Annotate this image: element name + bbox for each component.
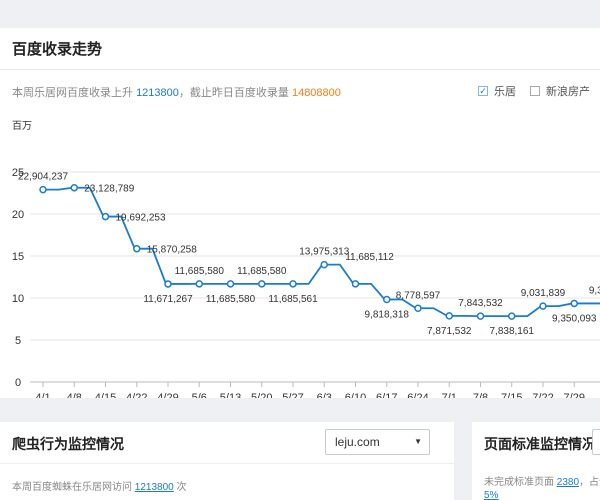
data-point — [39, 185, 47, 194]
data-point — [226, 280, 235, 288]
x-tick-label: 5/6 — [192, 392, 207, 398]
data-point — [195, 280, 203, 288]
x-tick-label: 6/17 — [376, 392, 397, 398]
data-point — [570, 299, 578, 308]
x-tick-label: 6/10 — [345, 392, 366, 398]
y-tick-label: 10 — [12, 293, 24, 305]
page-standard-suffix: ，占全 — [579, 477, 600, 488]
data-label: 8,778,597 — [396, 290, 441, 301]
data-point — [414, 304, 422, 313]
baidu-index-trend-panel: 百度收录走势 本周乐居网百度收录上升 1213800，截止昨日百度收录量 148… — [0, 28, 600, 398]
data-label: 11,685,580 — [206, 294, 256, 305]
x-tick-label: 6/24 — [407, 392, 428, 398]
x-tick-label: 7/29 — [564, 392, 585, 398]
data-label: 9,818,318 — [365, 310, 410, 321]
divider — [0, 463, 454, 464]
page-standard-panel: 页面标准监控情况 未完成标准页面 2380，占全 5% — [472, 422, 600, 500]
x-tick-label: 7/1 — [442, 392, 457, 398]
data-label: 9,350,093 — [552, 313, 597, 324]
data-label: 13,975,313 — [299, 247, 349, 258]
data-label: 7,843,532 — [458, 298, 503, 309]
unfinished-pages-link[interactable]: 2380 — [557, 477, 579, 488]
crawler-monitor-panel: 爬虫行为监控情况 leju.com ▼ 本周百度蜘蛛在乐居网访问 1213800… — [0, 422, 454, 500]
data-point — [289, 280, 297, 288]
data-point — [351, 280, 360, 288]
unfinished-percent-link[interactable]: 5% — [484, 490, 498, 500]
data-point — [320, 260, 328, 269]
x-tick-label: 5/13 — [220, 392, 241, 398]
data-label: 19,692,253 — [116, 213, 166, 224]
crawler-visits-link[interactable]: 1213800 — [135, 482, 174, 493]
data-label: 11,685,561 — [268, 294, 318, 305]
page-standard-summary: 未完成标准页面 2380，占全 5% — [484, 476, 600, 500]
domain-select-value: leju.com — [335, 435, 380, 449]
crawler-text-prefix: 本周百度蜘蛛在乐居网访问 — [12, 482, 132, 493]
page-standard-select[interactable] — [592, 429, 600, 455]
data-label: 7,838,161 — [490, 326, 535, 337]
x-tick-label: 4/8 — [67, 392, 82, 398]
data-label: 9,031,839 — [521, 288, 566, 299]
data-label: 9,350,0 — [589, 285, 600, 296]
data-point — [70, 183, 78, 192]
data-point — [539, 302, 547, 310]
data-label: 11,685,112 — [345, 252, 394, 263]
x-tick-label: 6/3 — [317, 392, 332, 398]
crawler-title: 爬虫行为监控情况 — [12, 436, 124, 452]
crawler-summary: 本周百度蜘蛛在乐居网访问 1213800 次 — [12, 478, 187, 493]
page-standard-title: 页面标准监控情况 — [484, 436, 596, 452]
data-point — [164, 280, 172, 288]
domain-select[interactable]: leju.com ▼ — [325, 429, 430, 455]
y-tick-label: 0 — [15, 377, 21, 389]
crawler-text-suffix: 次 — [176, 482, 187, 493]
data-point — [258, 280, 266, 288]
page-standard-prefix: 未完成标准页面 — [484, 477, 554, 488]
x-tick-label: 4/29 — [157, 392, 178, 398]
x-tick-label: 7/22 — [532, 392, 553, 398]
data-label: 11,685,580 — [175, 266, 225, 277]
data-point — [133, 244, 141, 253]
x-tick-label: 7/8 — [473, 392, 488, 398]
data-point — [508, 312, 516, 320]
x-tick-label: 4/1 — [35, 392, 50, 398]
x-tick-label: 5/20 — [251, 392, 272, 398]
data-label: 7,871,532 — [427, 326, 472, 337]
y-tick-label: 20 — [12, 209, 24, 221]
data-label: 11,685,580 — [237, 266, 287, 277]
data-point — [383, 295, 391, 304]
top-band — [0, 0, 600, 28]
data-label: 22,904,237 — [18, 172, 68, 183]
caret-down-icon: ▼ — [414, 437, 422, 446]
index-trend-chart: 05101520254/1 4/8 4/15 4/22 4/29 5/6 5/13 5/20 5… — [12, 167, 600, 398]
data-label: 11,671,267 — [143, 294, 193, 305]
x-tick-label: 4/22 — [126, 392, 147, 398]
x-tick-label: 4/15 — [95, 392, 116, 398]
data-point — [476, 312, 485, 320]
x-tick-label: 7/15 — [501, 392, 522, 398]
x-tick-label: 5/27 — [282, 392, 303, 398]
data-point — [101, 212, 110, 221]
y-tick-label: 5 — [15, 335, 21, 347]
data-label: 15,870,258 — [147, 245, 197, 256]
y-tick-label: 15 — [12, 251, 24, 263]
data-point — [445, 312, 453, 320]
data-label: 23,128,789 — [84, 184, 134, 195]
